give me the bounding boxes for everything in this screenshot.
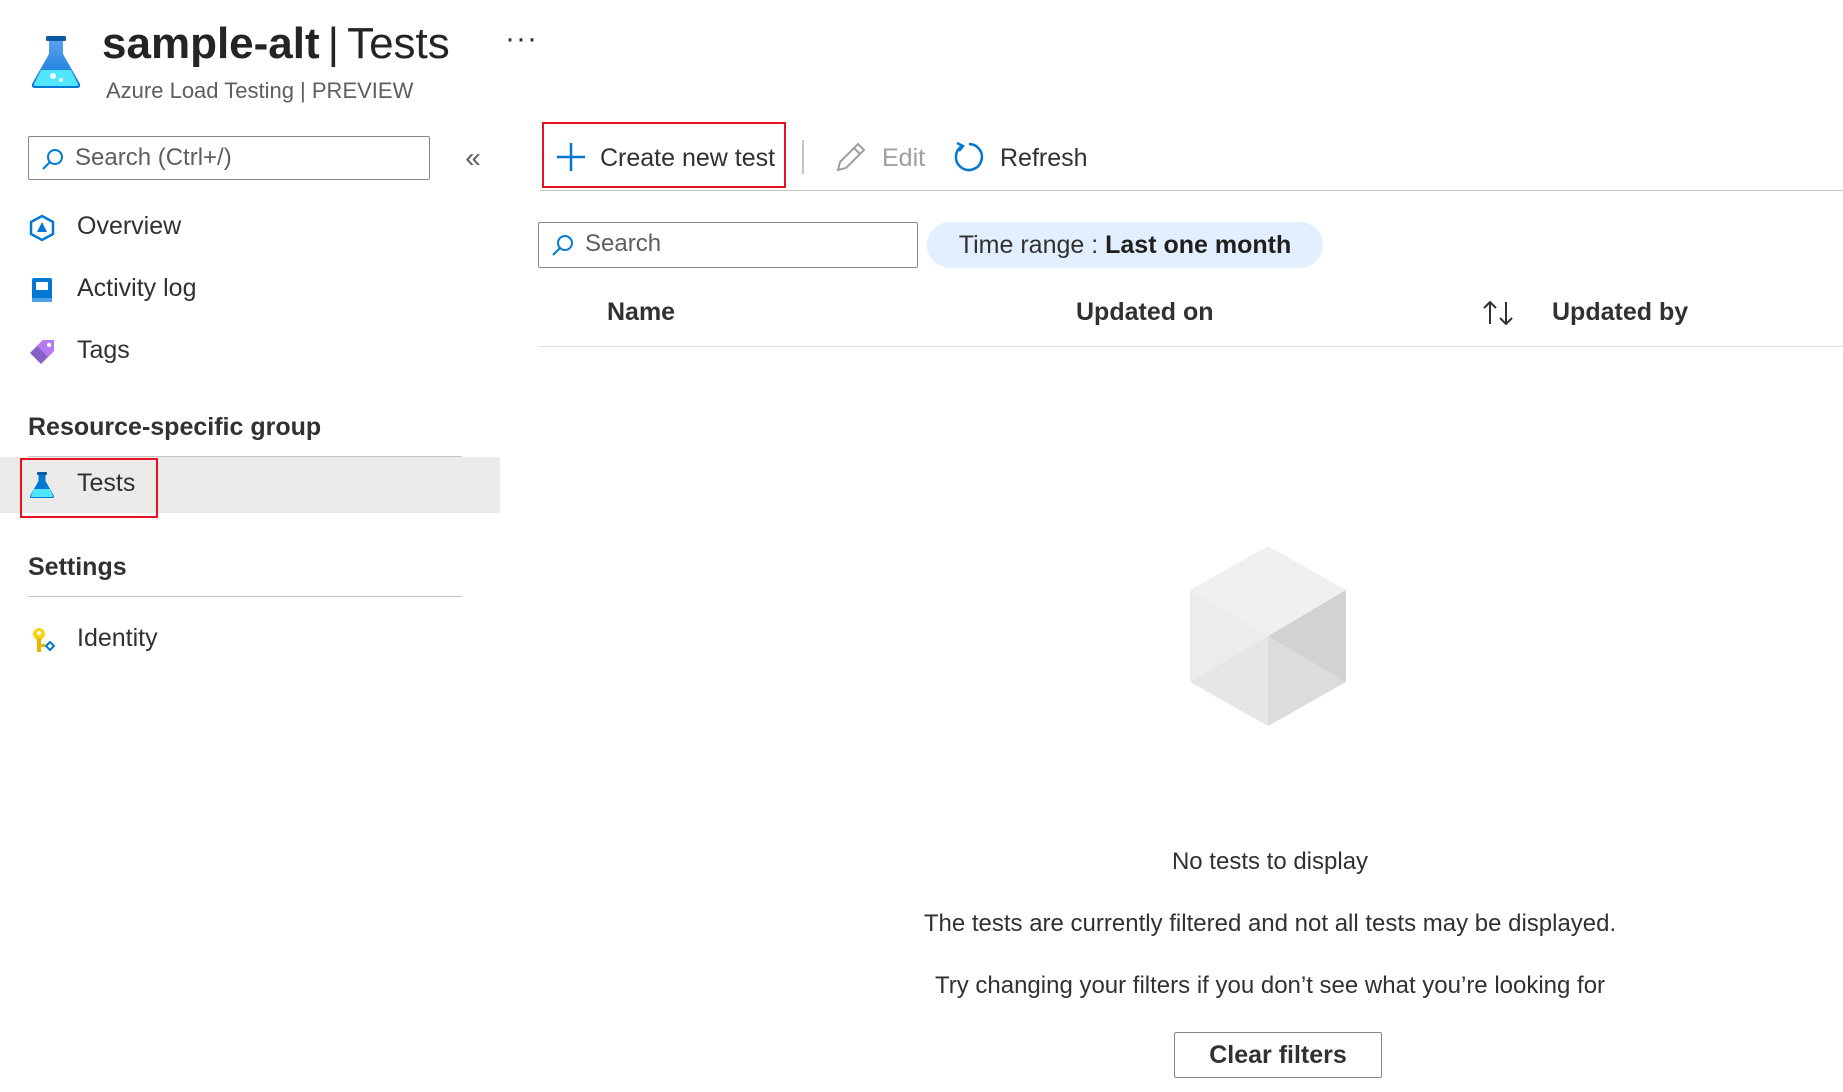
tests-search-input[interactable] <box>585 223 905 265</box>
tag-icon <box>30 340 54 364</box>
group-title-resource-specific: Resource-specific group <box>28 413 322 441</box>
identity-key-icon <box>33 628 56 652</box>
create-highlight-box <box>542 122 786 188</box>
group-title-settings: Settings <box>28 553 127 581</box>
toolbar-separator <box>802 140 804 174</box>
refresh-icon <box>954 141 984 172</box>
empty-state-line2: Try changing your filters if you don’t s… <box>934 972 1606 999</box>
sidebar-search-box[interactable] <box>28 136 430 180</box>
sidebar-item-identity[interactable]: Identity <box>0 612 500 668</box>
group-divider <box>28 596 462 597</box>
edit-button[interactable]: Edit <box>834 122 934 194</box>
edit-label: Edit <box>882 144 926 172</box>
title-separator: | <box>327 19 340 68</box>
tests-search-box[interactable] <box>538 222 918 268</box>
toolbar-divider <box>540 190 1843 191</box>
column-header-name[interactable]: Name <box>607 298 675 327</box>
page-subtitle: Azure Load Testing | PREVIEW <box>106 78 414 103</box>
time-range-value: Last one month <box>1105 231 1292 259</box>
sort-icon[interactable] <box>1480 298 1516 328</box>
sidebar-item-overview[interactable]: Overview <box>0 200 500 256</box>
pencil-icon <box>836 142 866 172</box>
activity-log-icon <box>32 278 52 302</box>
clear-filters-button[interactable]: Clear filters <box>1174 1032 1382 1078</box>
more-options-button[interactable]: ··· <box>505 22 538 56</box>
time-range-filter[interactable]: Time range : Last one month <box>927 222 1323 268</box>
page-name: Tests <box>347 19 450 68</box>
empty-state-line1: The tests are currently filtered and not… <box>923 910 1617 937</box>
empty-state-title: No tests to display <box>1171 848 1369 875</box>
overview-icon <box>29 214 55 242</box>
column-header-updated-by[interactable]: Updated by <box>1552 298 1688 327</box>
load-testing-icon <box>28 34 84 90</box>
table-header-divider <box>538 346 1843 347</box>
search-icon <box>42 149 63 170</box>
search-icon <box>552 235 573 256</box>
collapse-sidebar-button[interactable]: « <box>458 140 488 176</box>
sidebar-item-activity-log[interactable]: Activity log <box>0 262 500 318</box>
empty-box-icon <box>1186 544 1350 728</box>
sidebar-search-input[interactable] <box>75 137 415 179</box>
sidebar-item-tags[interactable]: Tags <box>0 324 500 380</box>
refresh-button[interactable]: Refresh <box>952 122 1092 194</box>
tests-highlight-box <box>20 458 158 518</box>
time-range-label: Time range : <box>958 231 1106 259</box>
sidebar-item-label: Tags <box>77 336 130 364</box>
refresh-label: Refresh <box>1000 144 1088 172</box>
sidebar-item-label: Identity <box>77 624 158 652</box>
sidebar-item-label: Activity log <box>77 274 197 302</box>
page-title: sample-alt | Tests <box>102 14 450 74</box>
column-header-updated-on[interactable]: Updated on <box>1076 298 1214 327</box>
sidebar-item-label: Overview <box>77 212 182 240</box>
resource-name: sample-alt <box>102 19 320 68</box>
